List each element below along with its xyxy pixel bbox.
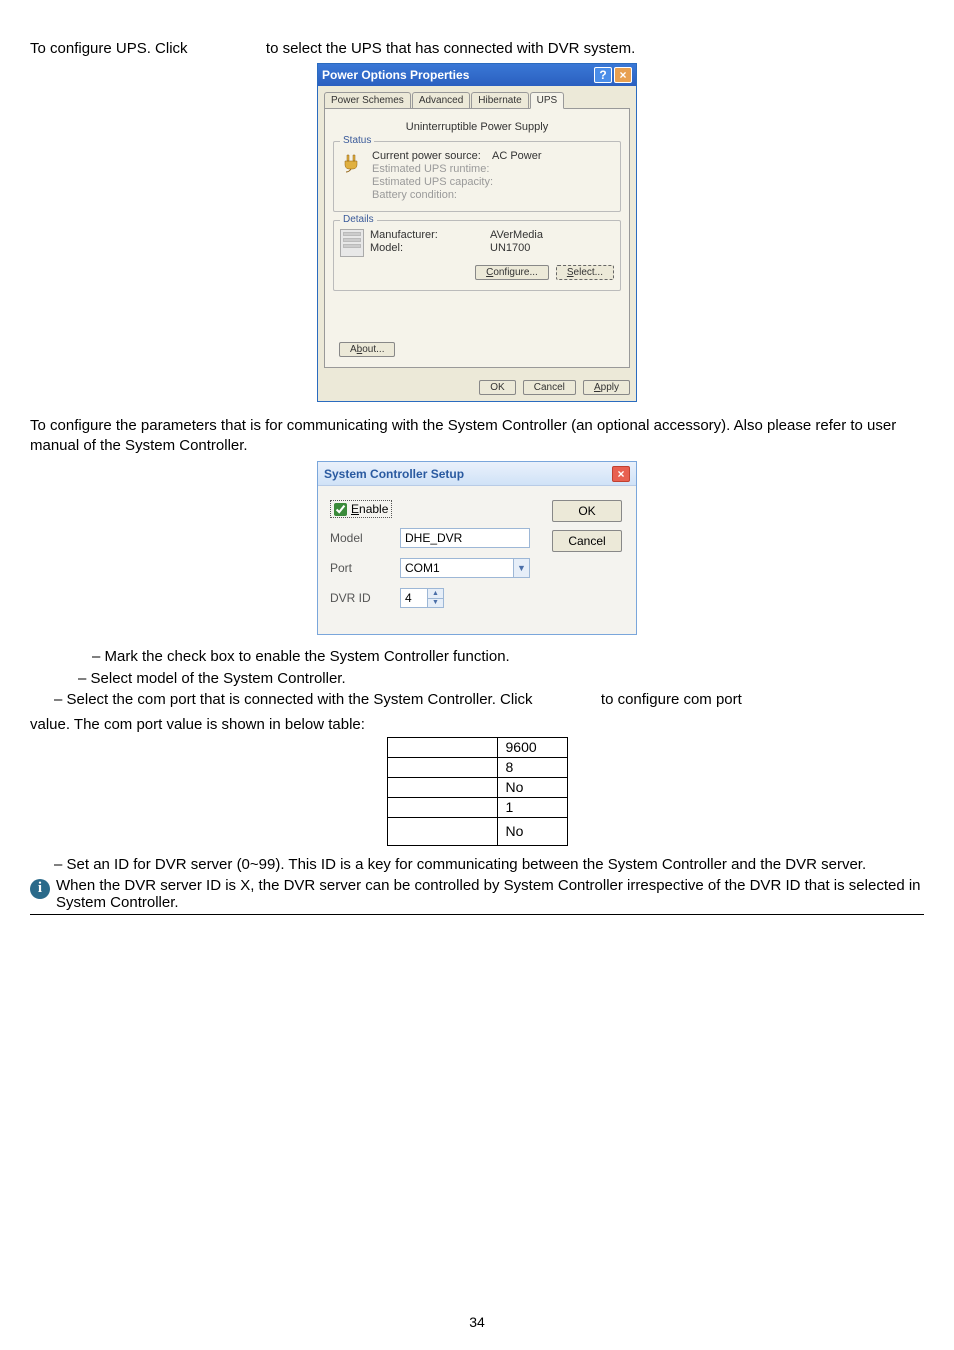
tabs: Power Schemes Advanced Hibernate UPS bbox=[324, 92, 630, 109]
plug-icon bbox=[340, 150, 366, 176]
select-button[interactable]: Select... bbox=[556, 265, 614, 280]
model-field[interactable] bbox=[400, 528, 530, 548]
chevron-down-icon[interactable]: ▼ bbox=[513, 559, 529, 577]
parity-value: No bbox=[497, 777, 567, 797]
databits-value: 8 bbox=[497, 757, 567, 777]
port-value: COM1 bbox=[405, 561, 440, 575]
stopbits-value: 1 bbox=[497, 797, 567, 817]
close-icon[interactable]: × bbox=[612, 466, 630, 482]
status-current-source-label: Current power source: bbox=[372, 150, 492, 162]
tab-panel-ups: Uninterruptible Power Supply Status Curr… bbox=[324, 108, 630, 368]
table-row: No bbox=[387, 817, 567, 845]
details-fieldset: Details Manufacturer:AVerMedia Model:UN1… bbox=[333, 220, 621, 291]
info-note: i When the DVR server ID is X, the DVR s… bbox=[30, 877, 924, 915]
dvrid-stepper[interactable]: ▲ ▼ bbox=[400, 588, 444, 608]
dialog-button-row: OK Cancel Apply bbox=[318, 374, 636, 401]
intro-line-1: To configure UPS. Click to select the UP… bbox=[30, 40, 924, 57]
status-capacity: Estimated UPS capacity: bbox=[372, 176, 542, 188]
port-label: Port bbox=[330, 561, 400, 575]
dvrid-label: DVR ID bbox=[330, 591, 400, 605]
text: to select the UPS that has connected wit… bbox=[266, 40, 635, 57]
baud-value: 9600 bbox=[497, 737, 567, 757]
bullet-enable: – Mark the check box to enable the Syste… bbox=[92, 647, 924, 667]
status-fieldset: Status Current power source:AC Power Est… bbox=[333, 141, 621, 212]
tab-ups[interactable]: UPS bbox=[530, 92, 565, 109]
table-row: No bbox=[387, 777, 567, 797]
enable-checkbox-input[interactable] bbox=[334, 503, 347, 516]
sc-title: System Controller Setup bbox=[324, 462, 464, 486]
text: To configure UPS. Click bbox=[30, 40, 188, 57]
details-mf-value: AVerMedia bbox=[490, 229, 543, 241]
enable-checkbox[interactable]: Enable bbox=[330, 500, 392, 518]
spinner-down-icon[interactable]: ▼ bbox=[428, 599, 443, 608]
page-number: 34 bbox=[0, 1314, 954, 1330]
table-row: 1 bbox=[387, 797, 567, 817]
tab-advanced[interactable]: Advanced bbox=[412, 92, 470, 109]
ok-button[interactable]: OK bbox=[552, 500, 622, 522]
status-legend: Status bbox=[340, 135, 374, 146]
dialog-title: Power Options Properties bbox=[322, 64, 469, 86]
bullet-dvrid: – Set an ID for DVR server (0~99). This … bbox=[54, 856, 924, 873]
port-combo[interactable]: COM1 ▼ bbox=[400, 558, 530, 578]
flowcontrol-value: No bbox=[497, 817, 567, 845]
titlebar: Power Options Properties ? × bbox=[318, 64, 636, 86]
cancel-button[interactable]: Cancel bbox=[552, 530, 622, 552]
table-row: 9600 bbox=[387, 737, 567, 757]
about-button[interactable]: About... bbox=[339, 342, 395, 357]
dvrid-input[interactable] bbox=[401, 589, 427, 607]
help-icon[interactable]: ? bbox=[594, 67, 612, 83]
ok-button[interactable]: OK bbox=[479, 380, 515, 395]
power-options-dialog: Power Options Properties ? × Power Schem… bbox=[317, 63, 637, 402]
spinner-up-icon[interactable]: ▲ bbox=[428, 589, 443, 599]
configure-button[interactable]: Configure... bbox=[475, 265, 549, 280]
com-port-table: 9600 8 No 1 No bbox=[387, 737, 568, 846]
close-icon[interactable]: × bbox=[614, 67, 632, 83]
bullet-model: – Select model of the System Controller. bbox=[78, 669, 924, 689]
bullet-port: – Select the com port that is connected … bbox=[54, 690, 924, 710]
details-model-value: UN1700 bbox=[490, 242, 530, 254]
details-legend: Details bbox=[340, 214, 377, 225]
table-row: 8 bbox=[387, 757, 567, 777]
details-model-label: Model: bbox=[370, 242, 490, 254]
model-label: Model bbox=[330, 531, 400, 545]
cancel-button[interactable]: Cancel bbox=[523, 380, 576, 395]
ups-device-icon bbox=[340, 229, 364, 257]
tab-power-schemes[interactable]: Power Schemes bbox=[324, 92, 411, 109]
status-battery: Battery condition: bbox=[372, 189, 542, 201]
note-text: When the DVR server ID is X, the DVR ser… bbox=[56, 877, 924, 911]
apply-button[interactable]: Apply bbox=[583, 380, 630, 395]
tab-hibernate[interactable]: Hibernate bbox=[471, 92, 528, 109]
paragraph-system-controller: To configure the parameters that is for … bbox=[30, 416, 924, 455]
status-current-source-value: AC Power bbox=[492, 150, 542, 162]
ups-heading: Uninterruptible Power Supply bbox=[333, 121, 621, 133]
details-mf-label: Manufacturer: bbox=[370, 229, 490, 241]
system-controller-dialog: System Controller Setup × OK Cancel Enab… bbox=[317, 461, 637, 635]
sc-titlebar: System Controller Setup × bbox=[318, 462, 636, 486]
info-icon: i bbox=[30, 879, 50, 899]
status-runtime: Estimated UPS runtime: bbox=[372, 163, 542, 175]
bullet-port-cont: value. The com port value is shown in be… bbox=[30, 716, 924, 733]
